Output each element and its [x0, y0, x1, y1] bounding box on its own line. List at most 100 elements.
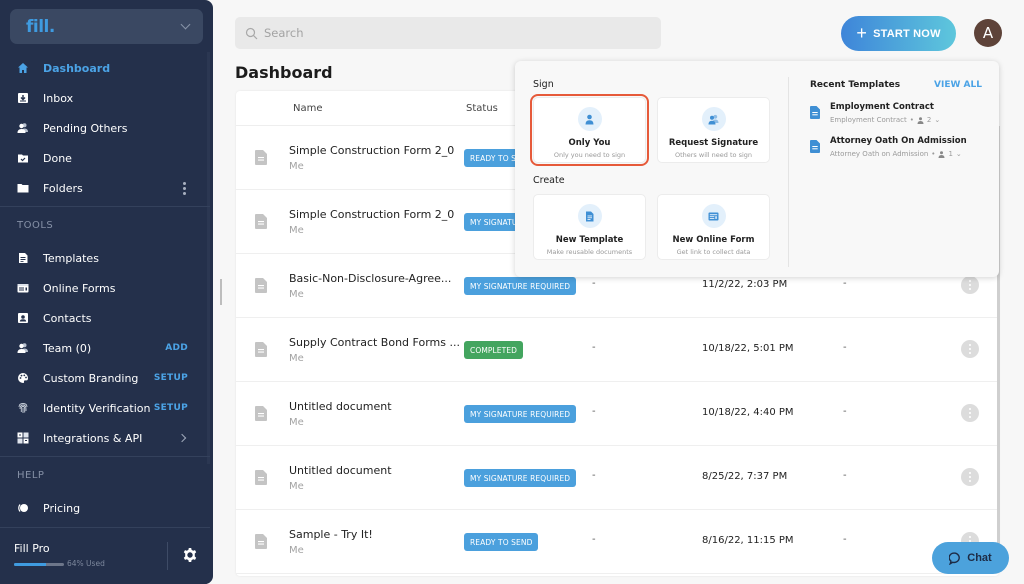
settings-gear-icon[interactable] [182, 547, 198, 563]
request-signature-card[interactable]: Request Signature Others will need to si… [657, 97, 770, 163]
card-subtitle: Only you need to sign [553, 151, 626, 159]
search-icon [245, 27, 258, 39]
sidebar-resize-handle[interactable] [220, 279, 222, 305]
document-icon [255, 534, 267, 549]
start-now-button[interactable]: + START NOW [841, 16, 956, 51]
sidebar-item-contacts[interactable]: Contacts [0, 303, 210, 333]
view-all-link[interactable]: VIEW ALL [934, 80, 982, 90]
start-now-label: START NOW [873, 27, 941, 40]
table-row[interactable]: Sample - Try It! Me READY TO SEND - 8/16… [236, 510, 999, 574]
user-avatar[interactable]: A [974, 19, 1002, 47]
chevron-down-icon[interactable]: ⌄ [934, 116, 940, 124]
document-icon [810, 106, 820, 119]
document-name[interactable]: Basic-Non-Disclosure-Agree... [289, 272, 451, 285]
sidebar-item-label: Done [43, 151, 72, 165]
search-input[interactable] [264, 26, 644, 40]
document-owner: Me [289, 353, 304, 364]
online-forms-icon [17, 282, 29, 294]
sidebar-item-label: Online Forms [43, 281, 116, 295]
sidebar-item-identity-verification[interactable]: Identity Verification SETUP [0, 393, 210, 423]
integrations-icon [17, 432, 29, 444]
document-name[interactable]: Untitled document [289, 400, 392, 413]
table-row[interactable]: Untitled document Me MY SIGNATURE REQUIR… [236, 382, 999, 446]
card-subtitle: Make reusable documents [546, 248, 633, 256]
new-online-form-card[interactable]: New Online Form Get link to collect data [657, 194, 770, 260]
status-badge: READY TO SEND [464, 533, 539, 551]
status-badge: MY SIGNATURE REQUIRED [464, 277, 577, 295]
signer-count[interactable]: 2 [927, 116, 931, 124]
document-name[interactable]: Untitled document [289, 464, 392, 477]
recipients-cell: - [592, 278, 596, 289]
document-owner: Me [289, 289, 304, 300]
document-icon [255, 278, 267, 293]
sidebar-item-online-forms[interactable]: Online Forms [0, 273, 210, 303]
fingerprint-icon [17, 402, 29, 414]
sidebar-item-folders[interactable]: Folders [0, 173, 210, 203]
card-title: Only You [568, 138, 611, 148]
workspace-switcher[interactable]: fill. [10, 9, 203, 44]
document-name[interactable]: Supply Contract Bond Forms ... [289, 336, 460, 349]
custom-branding-setup-link[interactable]: SETUP [154, 373, 188, 383]
table-row[interactable]: Supply Contract Bond Forms ... Me COMPLE… [236, 318, 999, 382]
template-name: Attorney Oath On Admission [830, 136, 967, 146]
document-name[interactable]: Sample - Try It! [289, 528, 373, 541]
row-more-icon[interactable] [961, 404, 979, 422]
document-icon [255, 214, 267, 229]
chevron-right-icon [177, 433, 187, 443]
document-name[interactable]: Simple Construction Form 2_0 [289, 208, 454, 221]
extra-cell: - [843, 534, 847, 545]
chevron-down-icon[interactable]: ⌄ [956, 150, 962, 158]
chat-button[interactable]: Chat [932, 542, 1009, 574]
row-more-icon[interactable] [961, 340, 979, 358]
fill-logo: fill. [26, 16, 55, 37]
palette-icon [17, 372, 29, 384]
folders-more-icon[interactable] [183, 181, 186, 195]
folder-icon [17, 182, 29, 194]
column-header-name[interactable]: Name [293, 103, 323, 114]
folder-check-icon [17, 152, 29, 164]
document-icon [255, 150, 267, 165]
sidebar-item-label: Folders [43, 181, 83, 195]
sidebar-item-team[interactable]: Team (0) ADD [0, 333, 210, 363]
sidebar-item-label: Inbox [43, 91, 74, 105]
date-cell: 10/18/22, 4:40 PM [702, 407, 794, 418]
team-add-link[interactable]: ADD [165, 343, 188, 353]
document-name[interactable]: Simple Construction Form 2_0 [289, 144, 454, 157]
sidebar-item-custom-branding[interactable]: Custom Branding SETUP [0, 363, 210, 393]
person-icon [917, 116, 924, 124]
sidebar-item-templates[interactable]: Templates [0, 243, 210, 273]
chevron-down-icon [180, 19, 191, 30]
search-bar[interactable] [235, 17, 661, 49]
row-more-icon[interactable] [961, 276, 979, 294]
document-icon [255, 470, 267, 485]
signer-count[interactable]: 1 [948, 150, 952, 158]
sidebar-item-integrations[interactable]: Integrations & API [0, 423, 210, 453]
bullet-separator: • [909, 116, 914, 124]
identity-verification-setup-link[interactable]: SETUP [154, 403, 188, 413]
sidebar-item-pricing[interactable]: Pricing [0, 493, 210, 523]
card-title: New Online Form [672, 235, 755, 245]
row-more-icon[interactable] [961, 468, 979, 486]
document-owner: Me [289, 417, 304, 428]
templates-icon [17, 252, 29, 264]
usage-progress-fill [14, 563, 46, 566]
column-header-status[interactable]: Status [466, 103, 498, 114]
extra-cell: - [843, 278, 847, 289]
sidebar-item-inbox[interactable]: Inbox [0, 83, 210, 113]
table-row[interactable]: Untitled document Me MY SIGNATURE REQUIR… [236, 446, 999, 510]
status-badge: COMPLETED [464, 341, 524, 359]
recipients-cell: - [592, 534, 596, 545]
person-icon [938, 150, 945, 158]
date-cell: 10/18/22, 5:01 PM [702, 343, 794, 354]
sidebar-item-done[interactable]: Done [0, 143, 210, 173]
sidebar-item-dashboard[interactable]: Dashboard [0, 53, 210, 83]
only-you-card[interactable]: Only You Only you need to sign [530, 94, 649, 166]
team-icon [17, 342, 29, 354]
chat-bubble-icon [949, 551, 961, 565]
page-title: Dashboard [235, 63, 333, 82]
sidebar-nav: Dashboard Inbox Pending Others Done Fold… [0, 53, 210, 553]
new-template-card[interactable]: New Template Make reusable documents [533, 194, 646, 260]
sidebar-item-pending-others[interactable]: Pending Others [0, 113, 210, 143]
inbox-icon [17, 92, 29, 104]
date-cell: 8/25/22, 7:37 PM [702, 471, 788, 482]
